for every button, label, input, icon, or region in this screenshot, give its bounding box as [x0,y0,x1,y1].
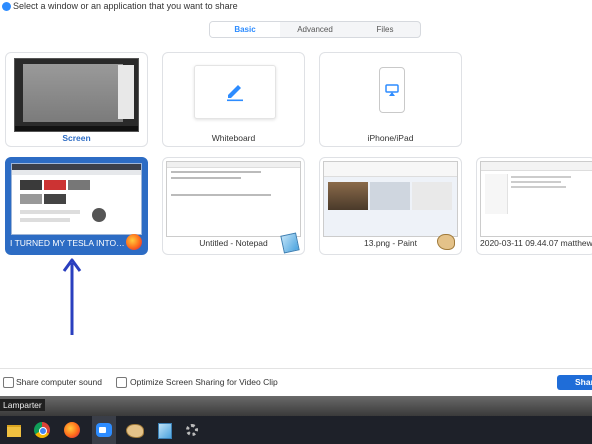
window-thumbnail-paint [323,161,458,237]
background-window-strip: Lamparter [0,396,592,416]
source-tile-whiteboard[interactable]: Whiteboard [162,52,305,147]
tab-files[interactable]: Files [350,22,420,37]
window-tile-file-explorer[interactable]: 2020-03-11 09.44.07 matthew lam [476,157,592,255]
pencil-icon [227,85,243,102]
source-tile-iphone-ipad[interactable]: iPhone/iPad [319,52,462,147]
share-sound-checkbox[interactable] [3,377,14,388]
tab-advanced[interactable]: Advanced [280,22,350,37]
dialog-footer: Share computer sound Optimize Screen Sha… [0,368,592,397]
share-button[interactable]: Share [557,375,592,390]
annotation-arrow [62,258,82,335]
optimize-video-checkbox[interactable] [116,377,127,388]
firefox-icon[interactable] [62,420,82,440]
zoom-icon[interactable] [92,416,116,444]
chrome-icon[interactable] [32,420,52,440]
share-sound-label: Share computer sound [16,377,102,387]
window-tile-firefox[interactable]: I TURNED MY TESLA INTO A PIC... [5,157,148,255]
notepad-icon[interactable] [154,420,174,440]
source-label-iphone-ipad: iPhone/iPad [367,133,414,143]
whiteboard-preview [194,65,276,119]
window-label-file-explorer: 2020-03-11 09.44.07 matthew lam [480,238,592,248]
zoom-logo-icon [2,2,11,11]
file-explorer-icon[interactable] [4,420,24,440]
settings-icon[interactable] [182,420,202,440]
screen-thumbnail [14,58,139,132]
background-label: Lamparter [0,399,45,411]
paint-icon [437,234,455,250]
dialog-title: Select a window or an application that y… [13,1,238,11]
source-label-whiteboard: Whiteboard [211,133,256,143]
firefox-icon [126,234,142,250]
window-tile-paint[interactable]: 13.png - Paint [319,157,462,255]
window-tile-notepad[interactable]: Untitled - Notepad [162,157,305,255]
window-thumbnail-firefox [11,163,142,235]
taskbar [0,416,592,444]
paint-icon[interactable] [124,420,144,440]
iphone-airplay-icon [379,67,405,113]
window-thumbnail-file-explorer [480,161,592,237]
source-label-screen: Screen [62,133,91,143]
window-thumbnail-notepad [166,161,301,237]
optimize-video-label: Optimize Screen Sharing for Video Clip [130,377,278,387]
notepad-icon [280,232,300,254]
source-tile-screen[interactable]: Screen [5,52,148,147]
dialog-header: Select a window or an application that y… [0,0,592,14]
share-tabs: Basic Advanced Files [209,21,421,38]
tab-basic[interactable]: Basic [210,22,280,37]
